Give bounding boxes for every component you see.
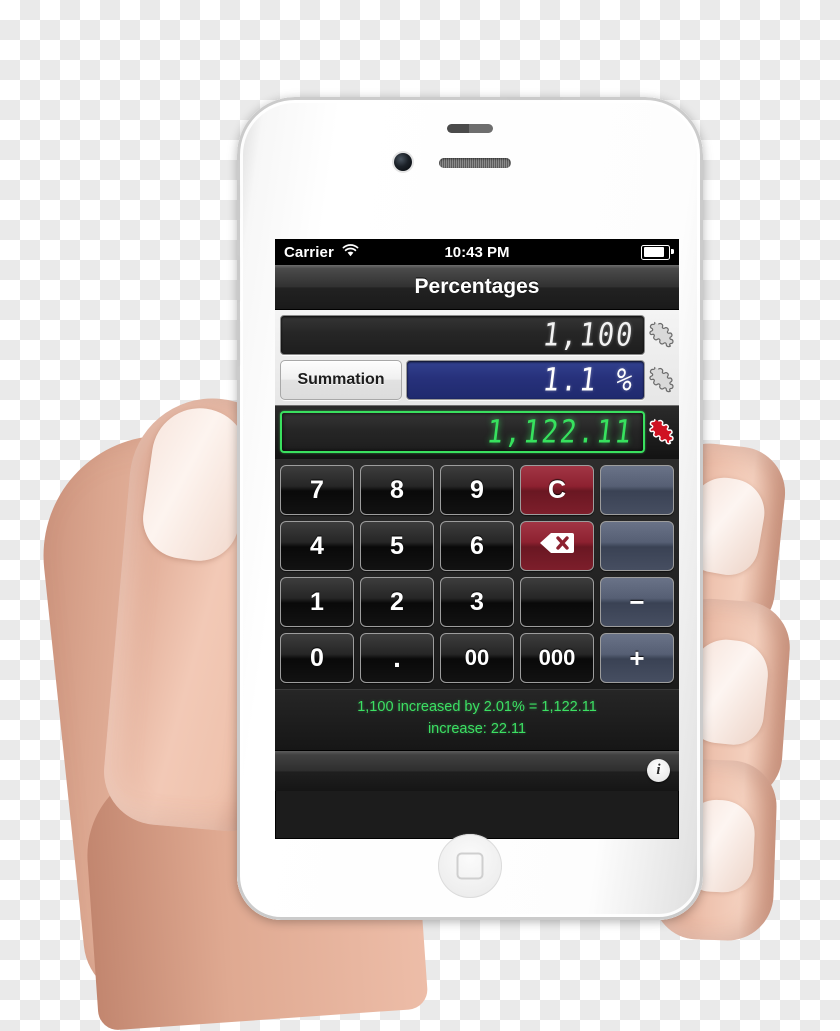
key-9-label: 9 [470, 475, 484, 504]
key-decimal[interactable]: . [360, 633, 434, 683]
key-0[interactable]: 0 [280, 633, 354, 683]
status-bar-clock: 10:43 PM [444, 243, 510, 261]
key-double-zero[interactable]: 00 [440, 633, 514, 683]
key-3-label: 3 [470, 587, 484, 616]
bottom-toolbar: i [275, 749, 679, 791]
puzzle-piece-icon-result[interactable] [649, 417, 675, 447]
puzzle-piece-icon-value[interactable] [649, 320, 675, 350]
result-display-text: 1,122.11 [484, 413, 636, 451]
proximity-sensor [447, 124, 493, 133]
phone-screen: Carrier 10:43 PM Percentages 1,100 Summa… [275, 239, 679, 839]
key-triple-zero[interactable]: 000 [520, 633, 594, 683]
volume-up-button[interactable] [237, 255, 241, 303]
carrier-label: Carrier [284, 243, 334, 261]
key-blank-1[interactable] [600, 465, 674, 515]
iphone-device: Carrier 10:43 PM Percentages 1,100 Summa… [237, 97, 703, 920]
key-clear[interactable]: C [520, 465, 594, 515]
result-explanation-line2: increase: 22.11 [427, 720, 527, 737]
mute-switch[interactable] [237, 185, 241, 219]
volume-down-button[interactable] [237, 319, 241, 367]
wifi-icon [342, 243, 359, 261]
info-icon[interactable]: i [647, 759, 670, 782]
status-bar: Carrier 10:43 PM [275, 239, 679, 265]
key-plus-label: + [629, 642, 645, 673]
key-1-label: 1 [310, 587, 324, 616]
home-button-square-icon [456, 852, 484, 880]
key-double-zero-label: 00 [464, 645, 490, 670]
key-minus[interactable]: − [600, 577, 674, 627]
result-explanation: 1,100 increased by 2.01% = 1,122.11 incr… [275, 689, 679, 750]
key-7[interactable]: 7 [280, 465, 354, 515]
value-display-text: 1,100 [540, 316, 637, 354]
key-4[interactable]: 4 [280, 521, 354, 571]
puzzle-piece-icon-percent[interactable] [649, 365, 675, 395]
percent-display-text: 1.1 % [540, 361, 637, 399]
input-panel: 1,100 Summation 1.1 % [275, 310, 679, 405]
key-blank-3[interactable] [520, 577, 594, 627]
key-5[interactable]: 5 [360, 521, 434, 571]
percent-row: Summation 1.1 % [280, 360, 675, 400]
key-3[interactable]: 3 [440, 577, 514, 627]
key-backspace[interactable] [520, 521, 594, 571]
result-explanation-line1: 1,100 increased by 2.01% = 1,122.11 [357, 699, 597, 715]
keypad: 7 8 9 C 4 5 6 1 2 3−0. 00 000 + [275, 459, 679, 689]
front-camera [394, 153, 412, 171]
value-display[interactable]: 1,100 [280, 315, 645, 355]
home-button[interactable] [438, 834, 502, 898]
key-clear-label: C [547, 475, 567, 504]
key-2[interactable]: 2 [360, 577, 434, 627]
key-6[interactable]: 6 [440, 521, 514, 571]
summation-button[interactable]: Summation [280, 360, 402, 400]
percent-display[interactable]: 1.1 % [406, 360, 645, 400]
value-row: 1,100 [280, 315, 675, 355]
key-plus[interactable]: + [600, 633, 674, 683]
backspace-icon [540, 532, 574, 561]
key-5-label: 5 [390, 531, 404, 560]
key-0-label: 0 [310, 643, 324, 672]
key-minus-label: − [629, 586, 645, 617]
key-triple-zero-label: 000 [538, 645, 576, 670]
key-7-label: 7 [310, 475, 324, 504]
key-4-label: 4 [310, 531, 324, 560]
key-8[interactable]: 8 [360, 465, 434, 515]
navigation-bar: Percentages [275, 265, 679, 310]
earpiece-speaker [439, 158, 511, 168]
battery-icon [641, 244, 674, 260]
key-2-label: 2 [390, 587, 404, 616]
key-9[interactable]: 9 [440, 465, 514, 515]
key-1[interactable]: 1 [280, 577, 354, 627]
key-6-label: 6 [470, 531, 484, 560]
page-title: Percentages [414, 275, 540, 298]
key-8-label: 8 [390, 475, 404, 504]
power-button[interactable] [507, 97, 563, 101]
result-display[interactable]: 1,122.11 [280, 411, 645, 453]
result-panel: 1,122.11 [275, 405, 679, 459]
key-blank-2[interactable] [600, 521, 674, 571]
